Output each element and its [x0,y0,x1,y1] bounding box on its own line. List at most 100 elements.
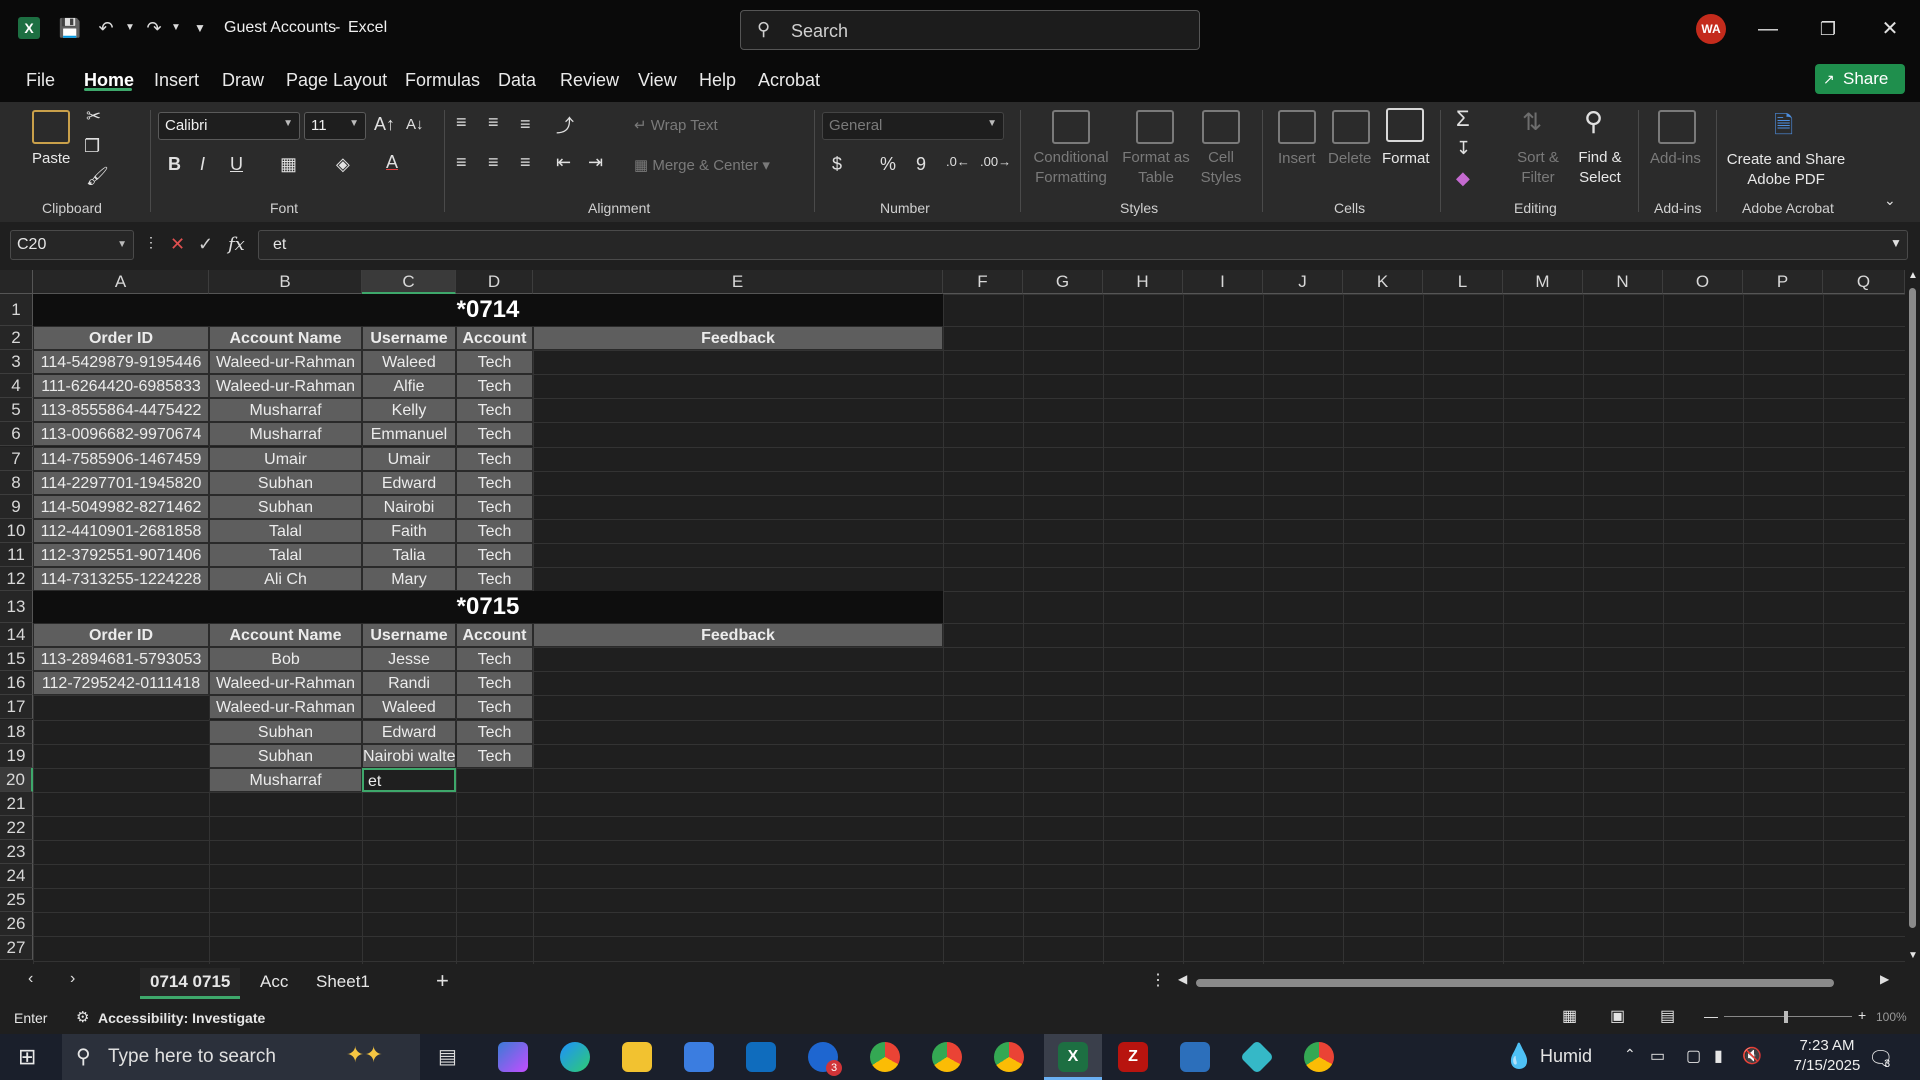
tab-file[interactable]: File [26,70,55,91]
data-cell[interactable]: Waleed-ur-Rahman [209,350,362,375]
file-explorer-icon[interactable] [622,1042,652,1072]
align-top-icon[interactable]: ≡ [456,112,467,133]
data-cell[interactable]: Waleed-ur-Rahman [209,374,362,399]
header-feedback[interactable]: Feedback [533,326,943,351]
clock-time[interactable]: 7:23 AM [1782,1037,1872,1054]
column-header-c[interactable]: C [362,270,456,294]
row-header-9[interactable]: 9 [0,494,33,519]
section-title-0715[interactable]: *0715 [33,591,943,623]
data-cell[interactable]: 113-0096682-9970674 [33,422,209,447]
delete-cells-icon[interactable] [1332,110,1370,144]
header-order-id[interactable]: Order ID [33,326,209,351]
data-cell[interactable]: Emmanuel [362,422,456,447]
format-cells-button[interactable]: Format [1382,150,1430,167]
data-cell[interactable]: 114-7313255-1224228 [33,567,209,592]
next-sheet-icon[interactable]: › [70,970,75,988]
header-account[interactable]: Account [456,623,533,648]
increase-decimal-icon[interactable]: .0← [946,154,970,169]
clock-date[interactable]: 7/15/2025 [1782,1057,1872,1074]
data-cell[interactable]: Ali Ch [209,567,362,592]
find-select-icon[interactable]: ⚲ [1584,106,1603,137]
data-cell[interactable]: 114-7585906-1467459 [33,446,209,471]
row-header-8[interactable]: 8 [0,470,33,495]
column-header-m[interactable]: M [1503,270,1583,294]
column-header-g[interactable]: G [1023,270,1103,294]
data-cell[interactable]: Tech [456,446,533,471]
header-feedback[interactable]: Feedback [533,623,943,648]
row-header-12[interactable]: 12 [0,567,33,592]
insert-function-button[interactable]: fx [228,234,245,255]
align-right-icon[interactable]: ≡ [520,152,531,173]
increase-indent-icon[interactable]: ⇥ [588,152,603,173]
chrome-icon[interactable] [932,1042,962,1072]
format-painter-icon[interactable]: 🖌 [86,166,109,187]
accessibility-icon[interactable]: ⚙ [76,1008,89,1026]
data-cell[interactable]: Talia [362,542,456,567]
column-header-p[interactable]: P [1743,270,1823,294]
header-account-name[interactable]: Account Name [209,623,362,648]
close-icon[interactable]: ✕ [1870,14,1910,44]
bold-button[interactable]: B [168,154,181,175]
row-header-7[interactable]: 7 [0,446,33,471]
active-cell-c20[interactable]: et [362,767,456,792]
conditional-formatting-button[interactable]: Conditional Formatting [1026,148,1116,188]
number-format-select[interactable]: General ▼ [822,112,1004,140]
data-cell[interactable]: Kelly [362,398,456,423]
avatar[interactable]: WA [1696,14,1726,44]
save-icon[interactable]: 💾 [56,14,84,42]
data-cell[interactable]: 114-2297701-1945820 [33,470,209,495]
enter-icon[interactable]: ✓ [198,234,213,255]
create-share-pdf-button[interactable]: Create and Share Adobe PDF [1726,150,1846,190]
decrease-font-icon[interactable]: A↓ [406,116,424,133]
align-bottom-icon[interactable]: ≡ [520,114,531,135]
zoom-level[interactable]: 100% [1876,1010,1907,1024]
data-cell[interactable]: Edward [362,719,456,744]
data-cell[interactable]: Waleed [362,695,456,720]
task-view-icon[interactable]: ▤ [438,1044,457,1069]
add-ins-icon[interactable] [1658,110,1696,144]
data-cell[interactable]: Subhan [209,494,362,519]
data-cell[interactable]: Tech [456,518,533,543]
page-layout-view-icon[interactable]: ▣ [1610,1006,1625,1026]
more-sheets-icon[interactable]: ⋮ [1150,970,1166,990]
row-header-20[interactable]: 20 [0,767,33,792]
data-cell[interactable]: Faith [362,518,456,543]
add-ins-button[interactable]: Add-ins [1650,150,1701,167]
row-header-4[interactable]: 4 [0,374,33,399]
data-cell[interactable]: Tech [456,695,533,720]
data-cell[interactable]: 112-4410901-2681858 [33,518,209,543]
page-break-view-icon[interactable]: ▤ [1660,1006,1675,1026]
cancel-icon[interactable]: ✕ [170,234,185,255]
excel-taskbar-icon[interactable]: X [1058,1042,1088,1072]
ribbon-collapse-icon[interactable]: ⌄ [1884,192,1896,209]
column-header-n[interactable]: N [1583,270,1663,294]
column-header-o[interactable]: O [1663,270,1743,294]
header-account-name[interactable]: Account Name [209,326,362,351]
row-header-22[interactable]: 22 [0,815,33,840]
data-cell[interactable]: 113-8555864-4475422 [33,398,209,423]
tab-insert[interactable]: Insert [154,70,199,91]
weather-drop-icon[interactable]: 💧 [1504,1042,1534,1071]
tab-view[interactable]: View [638,70,677,91]
store-icon[interactable] [684,1042,714,1072]
data-cell[interactable]: Randi [362,671,456,696]
data-cell[interactable]: Alfie [362,374,456,399]
header-username[interactable]: Username [362,623,456,648]
scroll-left-icon[interactable]: ◀ [1178,972,1187,986]
section-title-0714[interactable]: *0714 [33,294,943,326]
scroll-up-icon[interactable]: ▲ [1908,270,1918,281]
cell-styles-icon[interactable] [1202,110,1240,144]
tab-formulas[interactable]: Formulas [405,70,480,91]
row-header-27[interactable]: 27 [0,936,33,961]
normal-view-icon[interactable]: ▦ [1562,1006,1577,1026]
data-cell[interactable]: Umair [362,446,456,471]
vertical-scrollbar[interactable]: ▲ ▼ [1905,270,1920,964]
fill-icon[interactable]: ↧ [1456,138,1471,159]
data-cell[interactable]: Musharraf [209,422,362,447]
data-cell[interactable]: Umair [209,446,362,471]
data-cell[interactable]: Tech [456,719,533,744]
add-sheet-icon[interactable]: + [436,968,449,994]
row-header-2[interactable]: 2 [0,326,33,351]
data-cell[interactable]: Musharraf [209,767,362,792]
weather-label[interactable]: Humid [1540,1046,1592,1067]
